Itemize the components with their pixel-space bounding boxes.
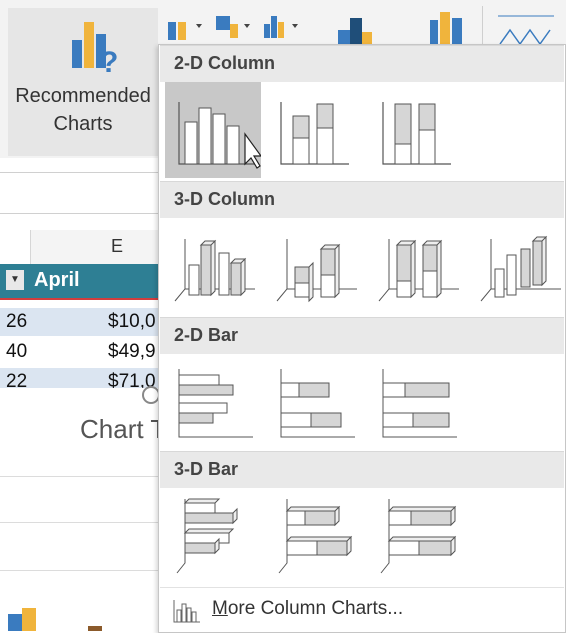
3d-stacked-column-icon	[276, 239, 357, 303]
chart-title[interactable]: Chart T	[80, 414, 166, 445]
chart-gridline	[0, 522, 160, 523]
filter-dropdown-icon[interactable]: ▼	[6, 270, 24, 290]
cell-left: 40	[6, 341, 28, 362]
clustered-column-option[interactable]	[165, 82, 263, 178]
section-title: 3-D Bar	[174, 459, 239, 479]
recommended-charts-label: Recommended Charts	[15, 85, 151, 135]
line-chart-dropdown-icon[interactable]	[214, 10, 258, 44]
3d-stacked-column-option[interactable]	[267, 219, 363, 315]
section-header-3d-column: 3-D Column	[160, 181, 564, 218]
3d-clustered-bar-option[interactable]	[165, 489, 261, 585]
recommended-charts-button[interactable]: ? Recommended Charts	[8, 8, 158, 156]
3d-map-icon[interactable]	[424, 10, 474, 44]
section-header-2d-column: 2-D Column	[160, 45, 564, 82]
recommended-charts-icon: ?	[72, 22, 118, 74]
100-stacked-column-option[interactable]	[369, 82, 465, 178]
table-row[interactable]: 40 $49,9	[0, 338, 170, 366]
column-letter: E	[111, 236, 124, 256]
100-stacked-column-icon	[382, 102, 451, 165]
3d-100-stacked-bar-option[interactable]	[369, 489, 465, 585]
worksheet: E ▼ April 26 $10,0 40 $49,9 22 $71,0 Cha…	[0, 158, 171, 631]
cell-left: 26	[6, 311, 28, 332]
chart-bar	[8, 614, 22, 631]
table-header-april: April	[34, 269, 80, 291]
column-chart-gallery: 2-D Column 3-D Column 2-D Bar 3-D Bar Mo…	[158, 44, 566, 633]
section-title: 3-D Column	[174, 189, 275, 209]
100-stacked-bar-icon	[382, 369, 457, 438]
more-column-charts-label: More Column Charts...	[212, 598, 403, 620]
3d-100-stacked-column-option[interactable]	[369, 219, 465, 315]
column-header-e[interactable]: E	[30, 230, 171, 265]
3d-stacked-bar-icon	[278, 499, 353, 574]
clustered-column-icon	[178, 102, 263, 169]
clustered-bar-icon	[178, 369, 253, 438]
section-header-2d-bar: 2-D Bar	[160, 317, 564, 354]
table-header: ▼ April	[0, 264, 170, 300]
section-header-3d-bar: 3-D Bar	[160, 451, 564, 488]
cell-value: $10,0	[108, 311, 156, 332]
chart-bar	[88, 626, 102, 631]
table-row[interactable]: 26 $10,0	[0, 308, 170, 336]
100-stacked-bar-option[interactable]	[369, 355, 465, 451]
more-label-accesskey: M	[212, 598, 228, 619]
cell-left: 22	[6, 371, 28, 388]
3d-100-stacked-bar-icon	[380, 499, 457, 574]
3d-stacked-bar-option[interactable]	[267, 489, 363, 585]
chart-bar	[22, 608, 36, 631]
3d-100-stacked-column-icon	[378, 239, 459, 302]
3d-clustered-column-option[interactable]	[165, 219, 261, 315]
sparkline-icon[interactable]	[496, 10, 556, 44]
stacked-column-icon	[280, 102, 349, 165]
clustered-bar-option[interactable]	[165, 355, 261, 451]
3d-column-icon	[480, 235, 561, 302]
svg-text:?: ?	[100, 46, 118, 74]
stacked-bar-icon	[280, 369, 355, 438]
cell-value: $49,9	[108, 341, 156, 362]
more-column-charts-link[interactable]: More Column Charts...	[160, 587, 564, 632]
section-title: 2-D Column	[174, 53, 275, 73]
formula-bar[interactable]	[0, 172, 170, 214]
stacked-column-option[interactable]	[267, 82, 363, 178]
column-chart-small-icon	[173, 600, 200, 623]
section-title: 2-D Bar	[174, 325, 239, 345]
table-row[interactable]: 22 $71,0	[0, 368, 170, 388]
pie-chart-dropdown-icon[interactable]	[262, 10, 306, 44]
3d-column-option[interactable]	[471, 219, 566, 315]
hierarchy-chart-icon[interactable]	[336, 10, 386, 44]
stacked-bar-option[interactable]	[267, 355, 363, 451]
chart-gridline	[0, 476, 160, 477]
more-label-text: ore Column Charts...	[227, 598, 404, 619]
chart-gridline	[0, 570, 160, 571]
ribbon-separator	[482, 6, 483, 46]
column-chart-dropdown-icon[interactable]	[166, 10, 210, 44]
3d-clustered-column-icon	[174, 239, 255, 302]
3d-clustered-bar-icon	[176, 498, 238, 574]
